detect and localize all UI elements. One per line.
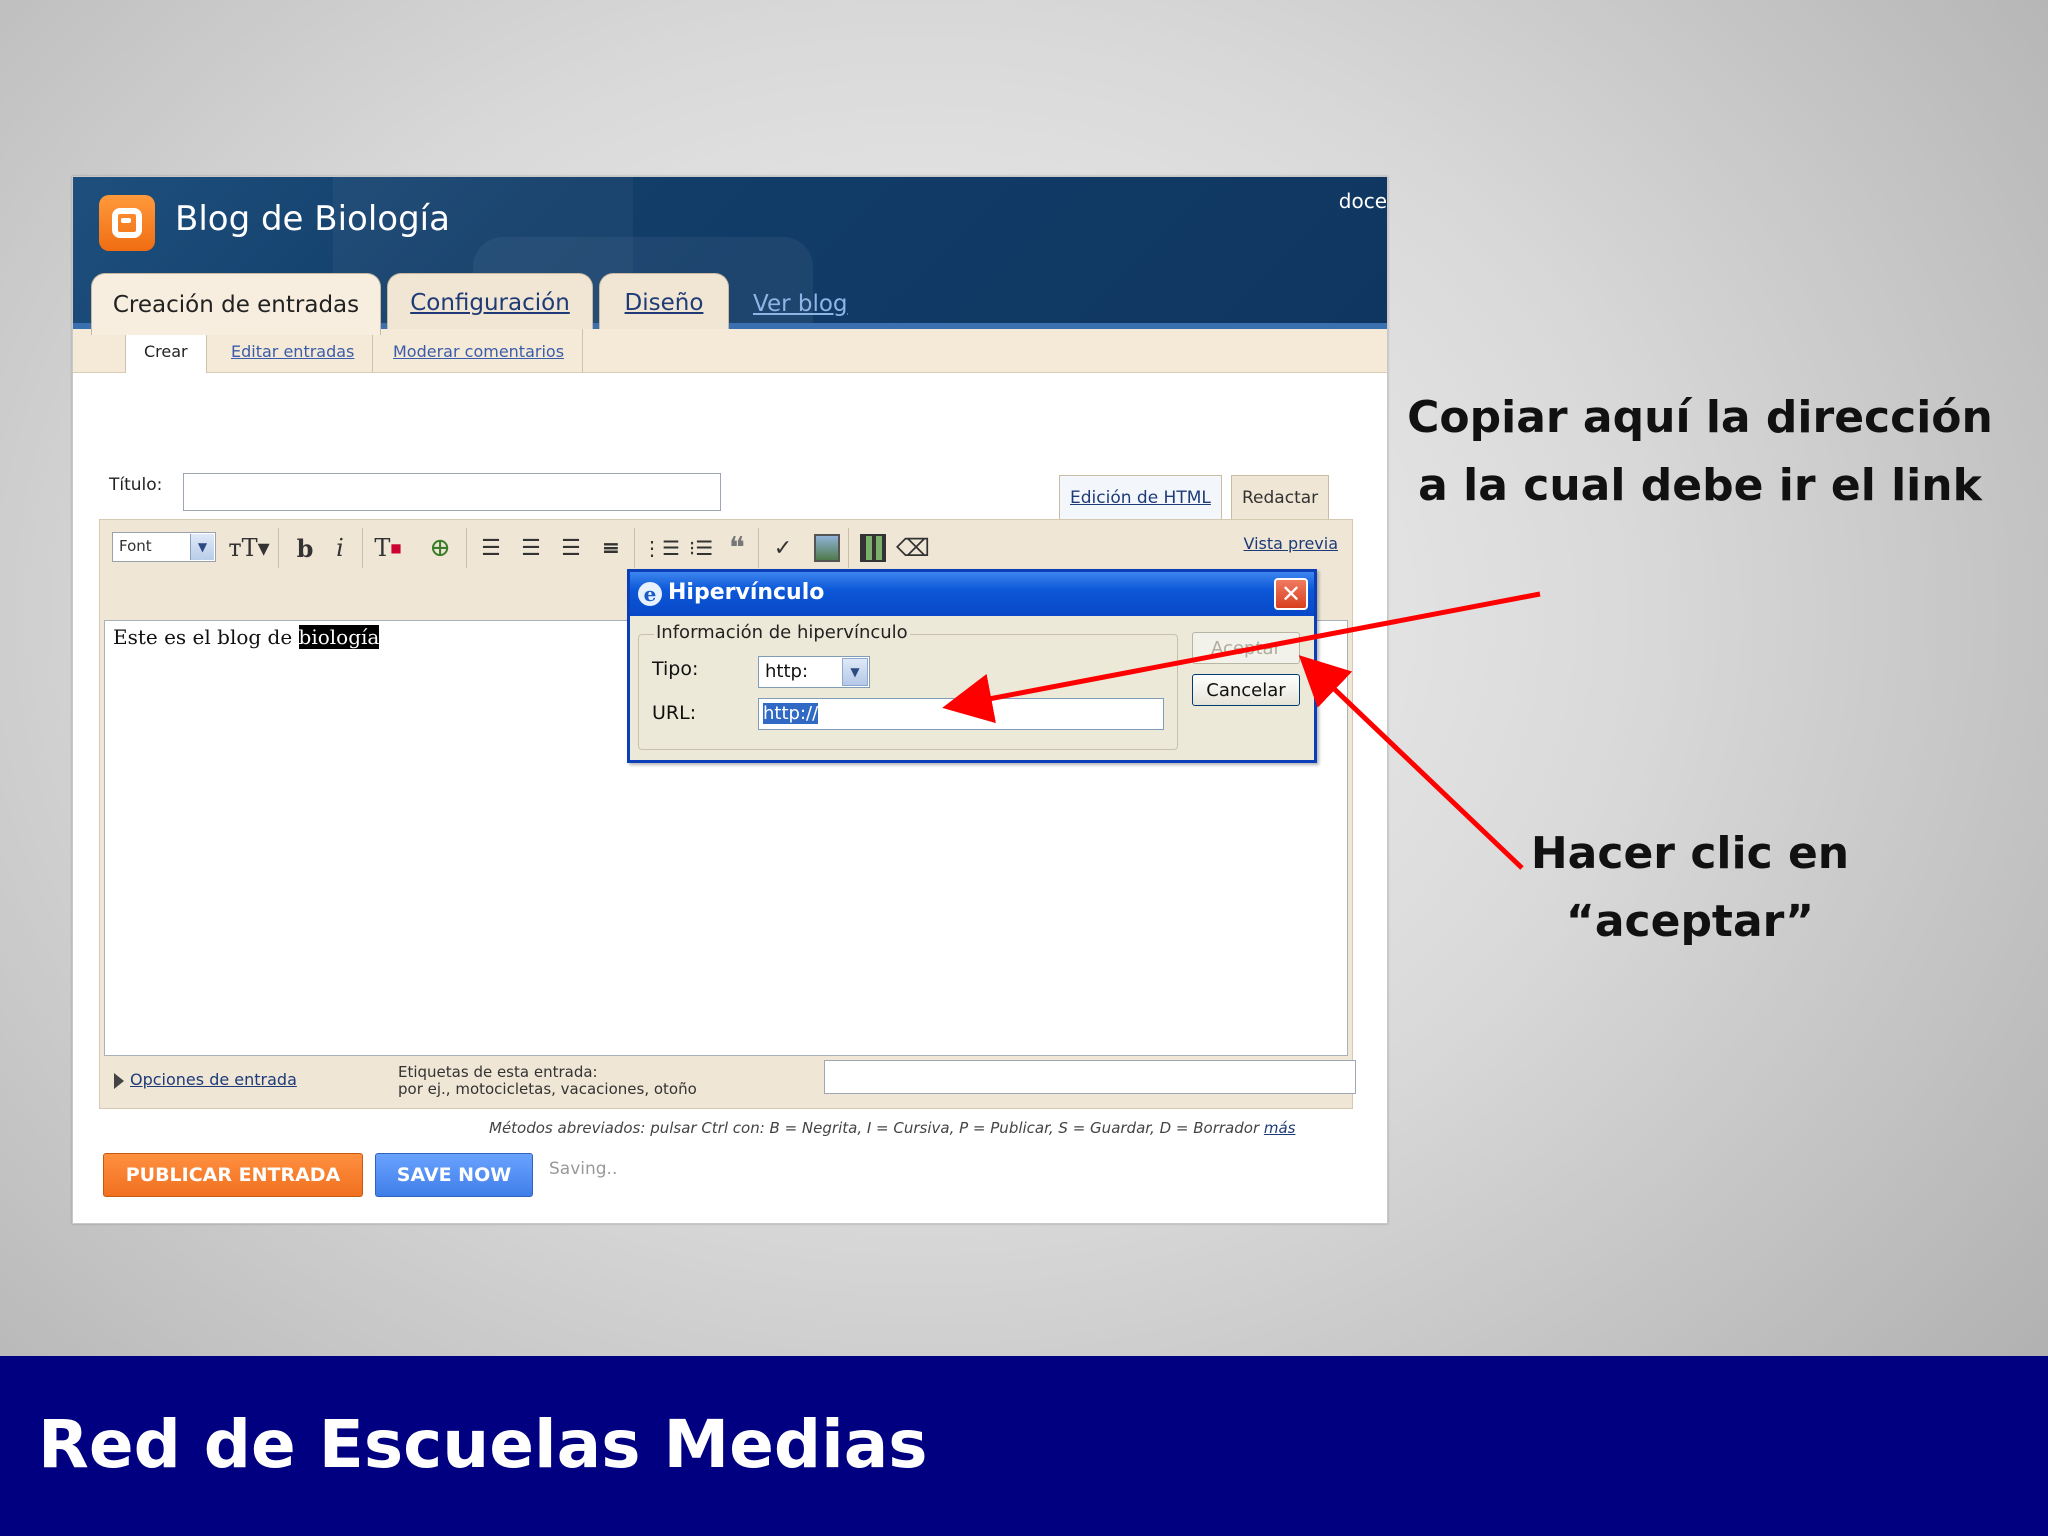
tab-edicion-html[interactable]: Edición de HTML: [1059, 475, 1222, 519]
triangle-right-icon: [114, 1072, 124, 1089]
publicar-entrada-button[interactable]: PUBLICAR ENTRADA: [103, 1153, 363, 1197]
saving-status: Saving..: [549, 1159, 618, 1179]
etiquetas-hint: por ej., motocicletas, vacaciones, otoño: [398, 1080, 697, 1098]
etiquetas-input[interactable]: [824, 1060, 1356, 1094]
text-color-icon[interactable]: T ■: [370, 530, 406, 566]
tab-label: Configuración: [410, 289, 570, 316]
opciones-label: Opciones de entrada: [130, 1070, 297, 1089]
toolbar-separator: [634, 528, 635, 568]
dialog-titlebar[interactable]: e Hipervínculo ✕: [630, 572, 1314, 616]
annotation-line: a la cual debe ir el link: [1418, 460, 1982, 511]
link-globe-icon[interactable]: ⊕: [422, 530, 458, 566]
subtab-editar-entradas[interactable]: Editar entradas: [213, 329, 374, 373]
chevron-down-icon: ▼: [190, 534, 214, 560]
shortcuts-hint: Métodos abreviados: pulsar Ctrl con: B =…: [489, 1119, 1296, 1137]
titulo-input[interactable]: [183, 473, 721, 511]
tab-label: Creación de entradas: [112, 291, 360, 318]
close-icon[interactable]: ✕: [1274, 578, 1308, 610]
fieldset-legend: Información de hipervínculo: [654, 622, 910, 643]
shortcuts-more-link[interactable]: más: [1264, 1119, 1296, 1137]
save-now-button[interactable]: SAVE NOW: [375, 1153, 533, 1197]
etiquetas-title: Etiquetas de esta entrada:: [398, 1063, 598, 1081]
hipervinculo-fieldset: [638, 634, 1178, 750]
body-text: Este es el blog de: [113, 625, 299, 649]
ie-icon: e: [638, 582, 662, 606]
chevron-down-icon: ▼: [842, 658, 868, 686]
text-size-icon[interactable]: тT▾: [226, 530, 272, 566]
image-icon[interactable]: [814, 534, 840, 562]
subtab-crear[interactable]: Crear: [125, 329, 207, 373]
toolbar-separator: [362, 528, 363, 568]
annotation-line: Copiar aquí la dirección: [1407, 392, 1993, 443]
dialog-title: Hipervínculo: [668, 580, 825, 605]
toolbar-separator: [848, 528, 849, 568]
italic-icon[interactable]: i: [326, 530, 354, 566]
slide-footer: Red de Escuelas Medias: [0, 1356, 2048, 1536]
sub-navigation: Crear Editar entradas Moderar comentario…: [73, 329, 1387, 373]
annotation-copiar: Copiar aquí la dirección a la cual debe …: [1400, 384, 2000, 520]
align-right-icon[interactable]: ☰: [554, 530, 588, 566]
url-input-value: http://: [763, 703, 819, 724]
eraser-icon[interactable]: ⌫: [896, 530, 930, 566]
tab-label: Diseño: [624, 289, 704, 316]
toolbar-separator: [278, 528, 279, 568]
aceptar-button[interactable]: Aceptar: [1192, 632, 1300, 664]
toolbar-separator: [466, 528, 467, 568]
tipo-select[interactable]: http: ▼: [758, 656, 870, 688]
blog-title: Blog de Biología: [175, 199, 450, 239]
tab-creacion-entradas[interactable]: Creación de entradas: [91, 273, 381, 335]
shortcuts-text: Métodos abreviados: pulsar Ctrl con: B =…: [489, 1119, 1264, 1137]
blogger-screenshot: Blog de Biología doce Creación de entrad…: [72, 176, 1388, 1224]
etiquetas-label: Etiquetas de esta entrada: por ej., moto…: [398, 1064, 697, 1098]
bold-icon[interactable]: b: [290, 530, 320, 566]
tipo-label: Tipo:: [652, 658, 699, 680]
url-input[interactable]: http://: [758, 698, 1164, 730]
align-left-icon[interactable]: ☰: [474, 530, 508, 566]
tab-configuracion[interactable]: Configuración: [387, 273, 593, 331]
annotation-hacer-clic: Hacer clic en “aceptar”: [1470, 820, 1910, 956]
align-center-icon[interactable]: ☰: [514, 530, 548, 566]
font-select[interactable]: Font ▼: [112, 532, 216, 562]
post-body-text: Este es el blog de biología: [113, 625, 380, 649]
numbered-list-icon[interactable]: ⋮☰: [642, 530, 680, 566]
tab-redactar[interactable]: Redactar: [1231, 475, 1330, 519]
font-select-value: Font: [119, 537, 152, 555]
selected-text: biología: [298, 625, 380, 649]
url-label: URL:: [652, 702, 697, 724]
align-justify-icon[interactable]: ≡: [594, 530, 628, 566]
titulo-label: Título:: [109, 475, 163, 495]
blogger-logo-icon: [99, 195, 155, 251]
subtab-moderar-comentarios[interactable]: Moderar comentarios: [375, 329, 584, 373]
user-link[interactable]: doce: [1339, 189, 1387, 213]
toolbar-separator: [758, 528, 759, 568]
spellcheck-icon[interactable]: ✓: [766, 530, 800, 566]
hipervinculo-dialog: e Hipervínculo ✕ Información de hipervín…: [627, 569, 1317, 763]
blockquote-icon[interactable]: ❝: [722, 530, 752, 566]
tab-diseno[interactable]: Diseño: [599, 273, 729, 331]
tipo-select-value: http:: [765, 661, 809, 682]
vista-previa-link[interactable]: Vista previa: [1244, 534, 1338, 553]
cancelar-button[interactable]: Cancelar: [1192, 674, 1300, 706]
footer-title: Red de Escuelas Medias: [38, 1406, 928, 1483]
annotation-line: Hacer clic en: [1530, 828, 1850, 879]
video-icon[interactable]: [860, 534, 886, 562]
tab-ver-blog[interactable]: Ver blog: [753, 291, 848, 317]
opciones-entrada-toggle[interactable]: Opciones de entrada: [114, 1070, 297, 1089]
bullet-list-icon[interactable]: ⁝☰: [684, 530, 718, 566]
annotation-line: “aceptar”: [1565, 896, 1815, 947]
